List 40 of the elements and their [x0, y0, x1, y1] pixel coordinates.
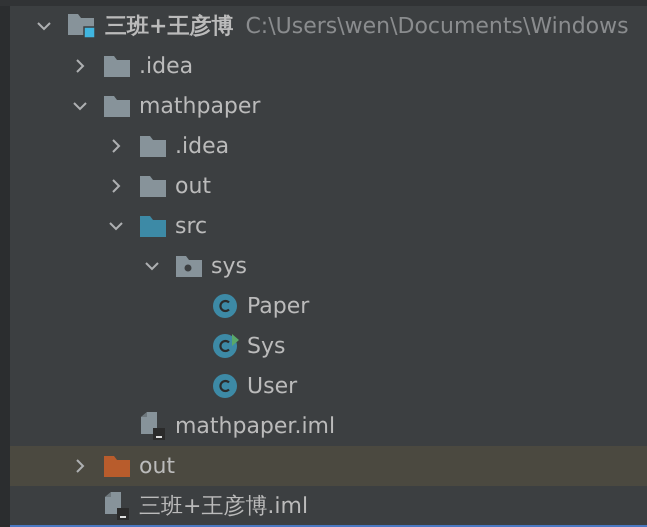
node-label: Sys [247, 332, 286, 360]
project-folder-icon [67, 12, 97, 40]
excluded-folder-icon [103, 454, 131, 478]
node-label: out [175, 172, 212, 200]
folder-icon [139, 174, 167, 198]
node-label: User [247, 372, 298, 400]
node-label: 三班+王彦博.iml [139, 492, 308, 520]
folder-icon [139, 134, 167, 158]
tree-row[interactable]: User [10, 366, 647, 406]
source-folder-icon [139, 214, 167, 238]
tree-row[interactable]: Sys [10, 326, 647, 366]
node-label: mathpaper [139, 92, 260, 120]
module-file-icon [103, 491, 131, 521]
tree-row[interactable]: sys [10, 246, 647, 286]
tree-row[interactable]: Paper [10, 286, 647, 326]
tree-row[interactable]: 三班+王彦博 C:\Users\wen\Documents\Windows [10, 6, 647, 46]
node-label: out [139, 452, 176, 480]
node-label: mathpaper.iml [175, 412, 336, 440]
node-label: 三班+王彦博 [105, 12, 234, 40]
node-label: Paper [247, 292, 310, 320]
folder-icon [103, 94, 131, 118]
node-label: sys [211, 252, 247, 280]
tree-row[interactable]: src [10, 206, 647, 246]
node-label: .idea [139, 52, 194, 80]
tree-row[interactable]: out [10, 446, 647, 486]
runnable-class-icon [211, 333, 239, 359]
node-label: .idea [175, 132, 230, 160]
tree-row[interactable]: mathpaper.iml [10, 406, 647, 446]
tree-row[interactable]: mathpaper [10, 86, 647, 126]
tree-row[interactable]: .idea [10, 126, 647, 166]
folder-icon [103, 54, 131, 78]
node-label: src [175, 212, 208, 240]
package-icon [175, 254, 203, 278]
project-path: C:\Users\wen\Documents\Windows [245, 12, 629, 40]
tree-row[interactable]: .idea [10, 46, 647, 86]
tree-row[interactable]: 三班+王彦博.iml [10, 486, 647, 525]
module-file-icon [139, 411, 167, 441]
class-icon [211, 293, 239, 319]
class-icon [211, 373, 239, 399]
tree-row[interactable]: out [10, 166, 647, 206]
